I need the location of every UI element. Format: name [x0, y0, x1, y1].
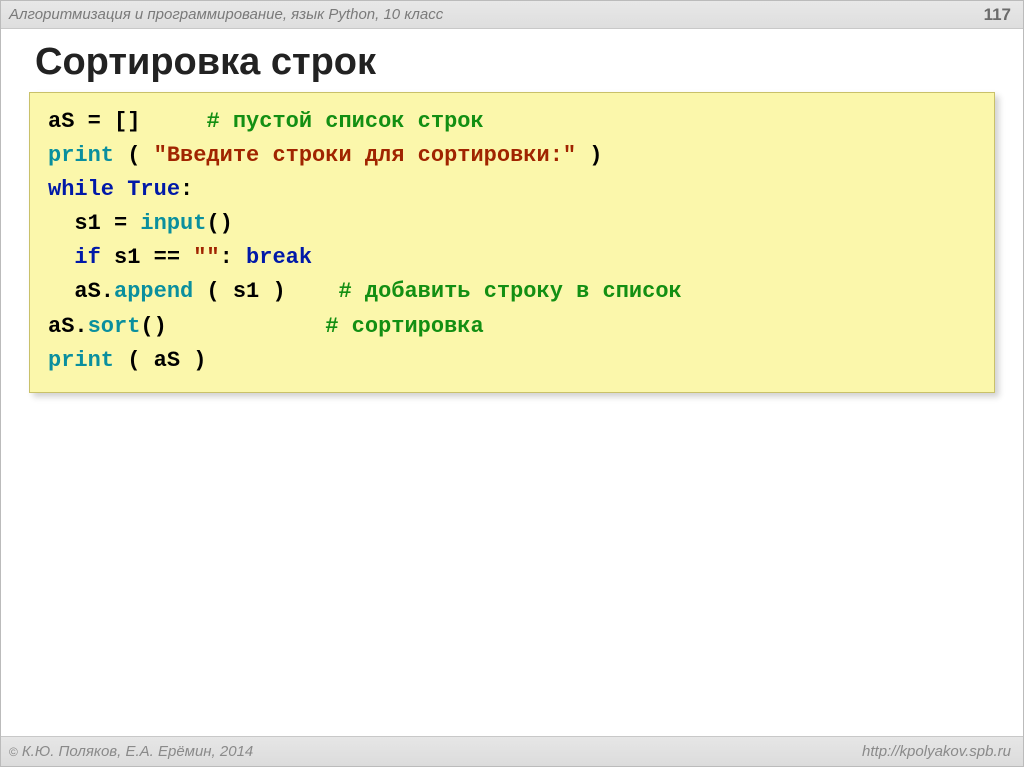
copyright-icon: © — [9, 745, 18, 759]
code-line-8: print ( aS ) — [48, 344, 976, 378]
course-title: Алгоритмизация и программирование, язык … — [9, 6, 443, 23]
slide-header: Алгоритмизация и программирование, язык … — [1, 1, 1023, 29]
page-number: 117 — [984, 5, 1011, 25]
code-line-7: aS.sort() # сортировка — [48, 310, 976, 344]
code-line-3: while True: — [48, 173, 976, 207]
code-line-4: s1 = input() — [48, 207, 976, 241]
slide: Алгоритмизация и программирование, язык … — [0, 0, 1024, 767]
code-line-6: aS.append ( s1 ) # добавить строку в спи… — [48, 275, 976, 309]
comment: # сортировка — [325, 314, 483, 339]
code-line-1: aS = [] # пустой список строк — [48, 105, 976, 139]
comment: # пустой список строк — [206, 109, 483, 134]
footer-url: http://kpolyakov.spb.ru — [862, 743, 1011, 760]
slide-body: Сортировка строк aS = [] # пустой список… — [1, 29, 1023, 736]
copyright-text: К.Ю. Поляков, Е.А. Ерёмин, 2014 — [22, 743, 253, 760]
comment: # добавить строку в список — [338, 279, 681, 304]
slide-title: Сортировка строк — [35, 41, 995, 84]
slide-footer: © К.Ю. Поляков, Е.А. Ерёмин, 2014 http:/… — [1, 736, 1023, 766]
code-line-2: print ( "Введите строки для сортировки:"… — [48, 139, 976, 173]
code-block: aS = [] # пустой список строк print ( "В… — [29, 92, 995, 393]
code-line-5: if s1 == "": break — [48, 241, 976, 275]
